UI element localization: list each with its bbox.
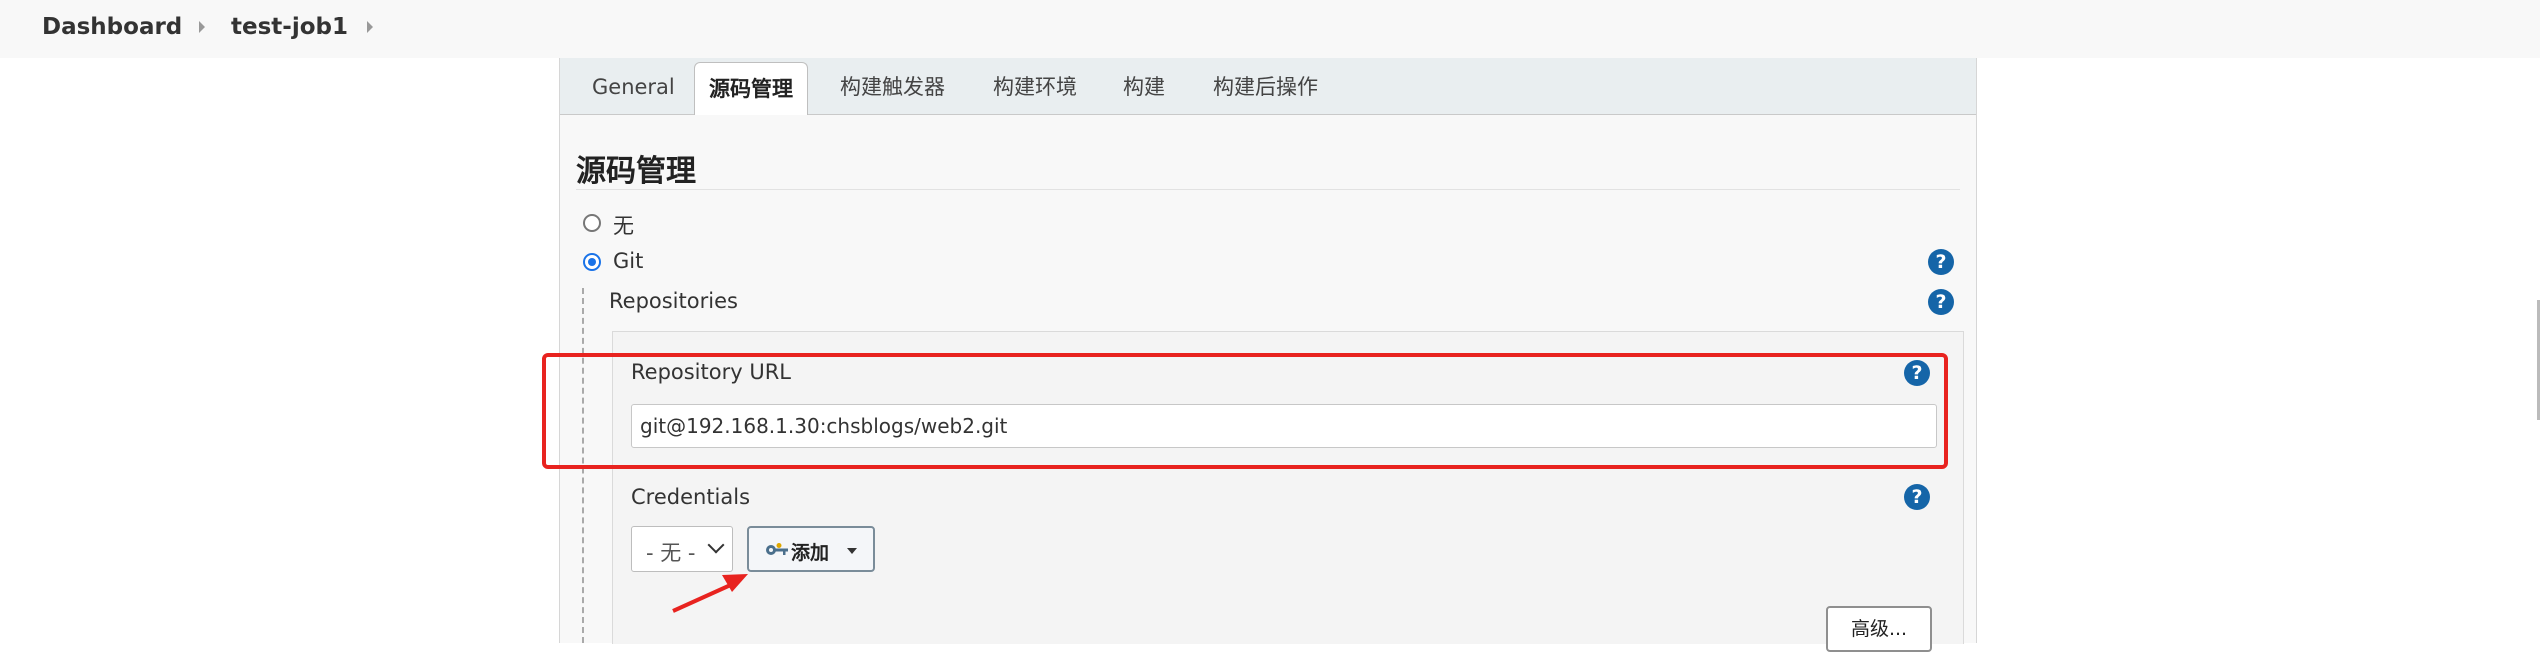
section-divider [576,189,1960,190]
breadcrumb-dashboard-link[interactable]: Dashboard [42,14,182,40]
scm-none-radio[interactable] [583,214,601,232]
credentials-select[interactable]: - 无 - [631,526,733,572]
breadcrumb-separator-icon[interactable] [199,21,205,33]
tab-general[interactable]: General [592,58,675,112]
help-icon[interactable]: ? [1904,484,1930,510]
add-button-label: 添加 [791,542,830,564]
tab-source-code-management[interactable]: 源码管理 [694,62,808,115]
scm-git-radio[interactable] [583,253,601,271]
tab-build-triggers[interactable]: 构建触发器 [840,58,945,112]
help-icon[interactable]: ? [1928,249,1954,275]
advanced-button[interactable]: 高级... [1826,606,1932,652]
section-title: 源码管理 [576,154,696,189]
help-icon[interactable]: ? [1928,289,1954,315]
credentials-label: Credentials [631,485,751,509]
config-tab-bar: General 源码管理 构建触发器 构建环境 构建 构建后操作 [560,58,1976,115]
key-icon [766,543,788,555]
tab-post-build-actions[interactable]: 构建后操作 [1213,58,1318,112]
credentials-selected-value: - 无 - [646,541,696,565]
config-panel: General 源码管理 构建触发器 构建环境 构建 构建后操作 源码管理 无 … [559,58,1977,652]
breadcrumb-separator-icon[interactable] [367,21,373,33]
breadcrumb-bar: Dashboard test-job1 [0,0,2540,58]
scm-git-label: Git [613,249,644,273]
repositories-label: Repositories [609,289,738,313]
caret-down-icon [847,548,857,554]
scm-none-label: 无 [613,214,634,238]
add-credentials-button[interactable]: 添加 [747,526,875,572]
breadcrumb-job-link[interactable]: test-job1 [231,14,348,40]
chevron-down-icon [707,536,725,554]
tab-build[interactable]: 构建 [1123,58,1165,112]
annotation-highlight-box [542,353,1948,469]
tab-build-environment[interactable]: 构建环境 [993,58,1077,112]
